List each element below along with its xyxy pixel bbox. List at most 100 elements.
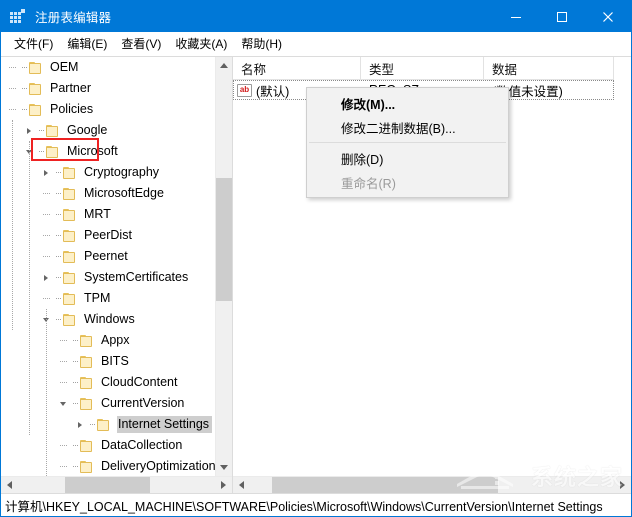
tree-item-systemcertificates[interactable]: SystemCertificates xyxy=(1,267,215,288)
chevron-right-icon[interactable] xyxy=(38,162,54,183)
tree-item-appx[interactable]: Appx xyxy=(1,330,215,351)
tree-item-peerdist[interactable]: PeerDist xyxy=(1,225,215,246)
values-hscroll-thumb[interactable] xyxy=(271,477,498,493)
tree-connector xyxy=(55,456,71,476)
menu-item-help[interactable]: 帮助(H) xyxy=(234,33,289,54)
context-menu-item-modify[interactable]: 修改(M)... xyxy=(307,91,508,115)
tree-item-label: Partner xyxy=(50,81,91,95)
minimize-icon[interactable] xyxy=(493,1,539,32)
tree-item-oem[interactable]: OEM xyxy=(1,57,215,78)
value-context-menu[interactable]: 修改(M)... 修改二进制数据(B)... 删除(D) 重命名(R) xyxy=(306,87,509,198)
values-horizontal-scrollbar[interactable] xyxy=(233,476,631,493)
maximize-icon[interactable] xyxy=(539,1,585,32)
tree-connector xyxy=(20,78,28,99)
tree-item-currentversion[interactable]: CurrentVersion xyxy=(1,393,215,414)
tree-item-google[interactable]: Google xyxy=(1,120,215,141)
folder-icon xyxy=(45,145,61,159)
tree-item-label: Microsoft xyxy=(67,144,118,158)
tree-connector xyxy=(38,183,54,204)
chevron-down-icon[interactable] xyxy=(55,393,71,414)
chevron-right-icon[interactable] xyxy=(21,120,37,141)
tree-item-label: DeliveryOptimization xyxy=(101,459,215,473)
folder-icon xyxy=(62,208,78,222)
tree-connector xyxy=(54,225,62,246)
folder-icon xyxy=(62,271,78,285)
column-header-type[interactable]: 类型 xyxy=(361,57,484,79)
column-header-name[interactable]: 名称 xyxy=(233,57,361,79)
menu-item-edit[interactable]: 编辑(E) xyxy=(60,33,114,54)
folder-icon xyxy=(62,250,78,264)
tree-item-label: CloudContent xyxy=(101,375,178,389)
folder-icon xyxy=(28,82,44,96)
tree-item-label: CurrentVersion xyxy=(101,396,185,410)
tree-connector xyxy=(38,246,54,267)
scroll-left-arrow[interactable] xyxy=(1,477,18,493)
tree-connector xyxy=(38,288,54,309)
tree-item-bits[interactable]: BITS xyxy=(1,351,215,372)
tree-connector xyxy=(71,351,79,372)
folder-icon xyxy=(79,397,95,411)
context-menu-separator xyxy=(309,142,506,143)
tree-item-label: PeerDist xyxy=(84,228,132,242)
tree-item-policies[interactable]: Policies xyxy=(1,99,215,120)
menu-item-file[interactable]: 文件(F) xyxy=(7,33,60,54)
tree-connector xyxy=(71,435,79,456)
tree-item-internet-settings[interactable]: Internet Settings xyxy=(1,414,215,435)
title-bar[interactable]: 注册表编辑器 xyxy=(1,1,631,32)
chevron-right-icon[interactable] xyxy=(38,267,54,288)
column-header-data[interactable]: 数据 xyxy=(484,57,614,79)
tree-connector xyxy=(4,78,20,99)
tree-vertical-scrollbar[interactable] xyxy=(215,57,232,476)
tree-hscroll-track[interactable] xyxy=(18,477,215,493)
tree-vscroll-track[interactable] xyxy=(216,74,232,459)
values-column-header[interactable]: 名称 类型 数据 xyxy=(233,57,614,80)
tree-connector xyxy=(38,204,54,225)
tree-connector xyxy=(55,372,71,393)
tree-item-microsoft[interactable]: Microsoft xyxy=(1,141,215,162)
tree-item-label: Cryptography xyxy=(84,165,160,179)
registry-path: 计算机\HKEY_LOCAL_MACHINE\SOFTWARE\Policies… xyxy=(5,499,603,514)
tree-vscroll-thumb[interactable] xyxy=(216,177,232,302)
tree-connector xyxy=(55,435,71,456)
context-menu-item-delete[interactable]: 删除(D) xyxy=(307,146,508,170)
scroll-left-arrow[interactable] xyxy=(233,477,250,493)
registry-editor-icon xyxy=(10,8,26,25)
menu-item-favorites[interactable]: 收藏夹(A) xyxy=(168,33,234,54)
string-value-icon: ab xyxy=(237,83,252,97)
tree-item-label: MicrosoftEdge xyxy=(84,186,164,200)
close-icon[interactable] xyxy=(585,1,631,32)
tree-hscroll-thumb[interactable] xyxy=(65,477,150,493)
registry-editor-window: 注册表编辑器 文件(F) 编辑(E) 查看(V) 收藏夹(A) 帮助(H) OE… xyxy=(0,0,632,517)
tree-connector xyxy=(54,162,62,183)
context-menu-item-modify-binary[interactable]: 修改二进制数据(B)... xyxy=(307,115,508,139)
folder-icon xyxy=(79,355,95,369)
scroll-right-arrow[interactable] xyxy=(215,477,232,493)
folder-icon xyxy=(79,376,95,390)
tree-item-deliveryoptimization[interactable]: DeliveryOptimization xyxy=(1,456,215,476)
scroll-right-arrow[interactable] xyxy=(614,477,631,493)
tree-connector xyxy=(71,372,79,393)
tree-item-mrt[interactable]: MRT xyxy=(1,204,215,225)
folder-icon xyxy=(62,166,78,180)
chevron-right-icon[interactable] xyxy=(72,414,88,435)
values-hscroll-track[interactable] xyxy=(250,477,614,493)
menu-item-view[interactable]: 查看(V) xyxy=(114,33,168,54)
folder-icon xyxy=(79,334,95,348)
tree-horizontal-scrollbar[interactable] xyxy=(1,476,232,493)
tree-guide-line xyxy=(46,309,47,476)
registry-tree[interactable]: OEM Partner Policies Google Microsoft Cryptog… xyxy=(1,57,215,476)
registry-tree-pane: OEM Partner Policies Google Microsoft Cryptog… xyxy=(1,57,233,493)
tree-item-peernet[interactable]: Peernet xyxy=(1,246,215,267)
tree-item-tpm[interactable]: TPM xyxy=(1,288,215,309)
tree-item-partner[interactable]: Partner xyxy=(1,78,215,99)
tree-item-datacollection[interactable]: DataCollection xyxy=(1,435,215,456)
folder-icon xyxy=(79,439,95,453)
tree-item-microsoftedge[interactable]: MicrosoftEdge xyxy=(1,183,215,204)
tree-item-label: SystemCertificates xyxy=(84,270,189,284)
tree-item-cloudcontent[interactable]: CloudContent xyxy=(1,372,215,393)
scroll-down-arrow[interactable] xyxy=(216,459,232,476)
tree-item-windows[interactable]: Windows xyxy=(1,309,215,330)
scroll-up-arrow[interactable] xyxy=(216,57,232,74)
tree-item-cryptography[interactable]: Cryptography xyxy=(1,162,215,183)
folder-icon xyxy=(62,292,78,306)
